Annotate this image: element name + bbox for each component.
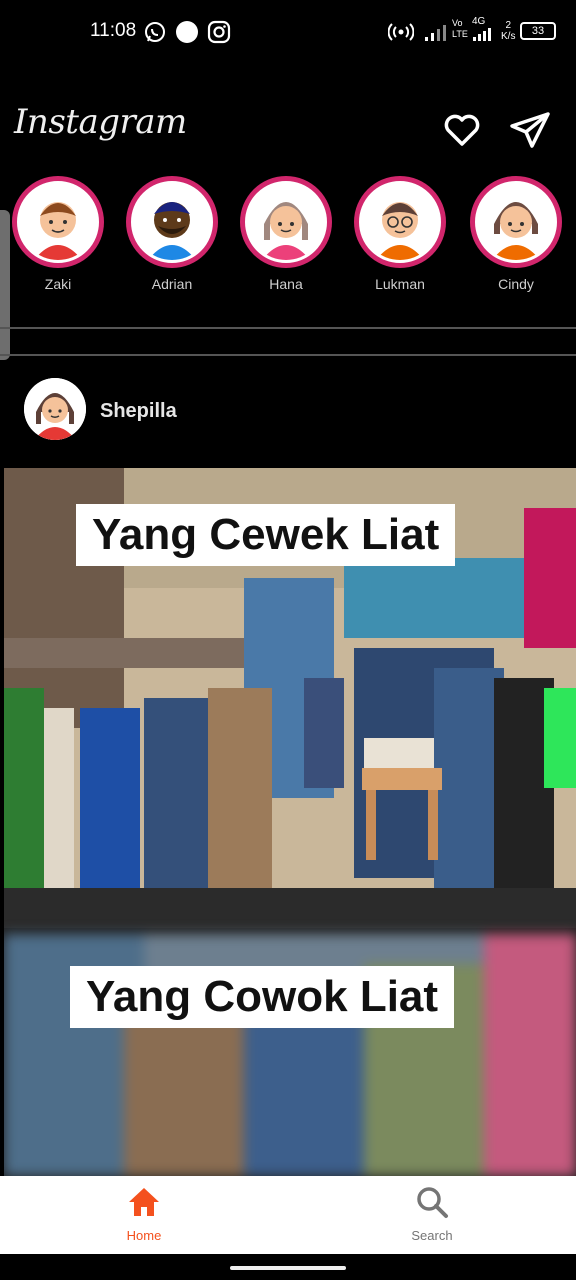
status-bar: 11:08 Vo LTE 4G 2 K/s 33 — [0, 0, 576, 64]
story-name: Adrian — [151, 276, 193, 292]
post-caption-bottom: Yang Cowok Liat — [70, 966, 455, 1028]
story-item[interactable]: Adrian — [122, 176, 222, 292]
avatar — [20, 184, 96, 260]
story-name: Hana — [269, 276, 303, 292]
nav-search[interactable]: Search — [372, 1184, 492, 1243]
post-caption-top: Yang Cewek Liat — [76, 504, 456, 566]
story-name: Lukman — [375, 276, 425, 292]
bottom-nav: Home Search — [0, 1176, 576, 1254]
post-header: Shepilla — [0, 376, 576, 446]
signal-2-icon — [473, 28, 491, 41]
home-indicator[interactable] — [230, 1266, 346, 1270]
hotspot-icon — [388, 23, 414, 41]
app-header: Instagram — [0, 96, 576, 166]
network-speed: 2 K/s — [501, 20, 516, 42]
volte-indicator: Vo LTE — [452, 18, 468, 39]
heart-icon — [444, 114, 480, 146]
search-icon — [417, 1187, 448, 1218]
avatar — [24, 378, 86, 440]
avatar — [134, 184, 210, 260]
story-item[interactable]: Zaki — [8, 176, 108, 292]
avatar — [248, 184, 324, 260]
status-time: 11:08 — [90, 20, 137, 41]
activity-button[interactable] — [440, 108, 484, 152]
post-image[interactable]: Yang Cewek Liat Yang Cowok Liat — [4, 468, 576, 1176]
stories-row: Zaki Adrian Hana Lukman Cindy — [0, 176, 576, 306]
divider — [0, 354, 576, 356]
signal-icon — [425, 25, 446, 41]
story-item[interactable]: Lukman — [350, 176, 450, 292]
direct-message-button[interactable] — [508, 108, 552, 152]
battery-indicator: 33 — [520, 22, 556, 40]
send-icon — [510, 112, 550, 148]
story-item[interactable]: Cindy — [466, 176, 566, 292]
divider — [0, 327, 576, 329]
story-name: Cindy — [498, 276, 534, 292]
whatsapp-icon — [145, 22, 165, 42]
nav-home[interactable]: Home — [84, 1184, 204, 1243]
post-avatar[interactable] — [24, 378, 86, 440]
notification-dot-icon — [176, 21, 198, 43]
post-username[interactable]: Shepilla — [100, 400, 177, 423]
story-item[interactable]: Hana — [236, 176, 336, 292]
home-icon — [129, 1188, 159, 1216]
avatar — [478, 184, 554, 260]
app-logo: Instagram — [14, 102, 187, 142]
avatar — [362, 184, 438, 260]
nav-home-label: Home — [126, 1228, 162, 1243]
instagram-status-icon — [207, 20, 231, 44]
story-name: Zaki — [44, 276, 72, 292]
nav-search-label: Search — [411, 1228, 453, 1243]
system-nav-bar — [0, 1254, 576, 1280]
